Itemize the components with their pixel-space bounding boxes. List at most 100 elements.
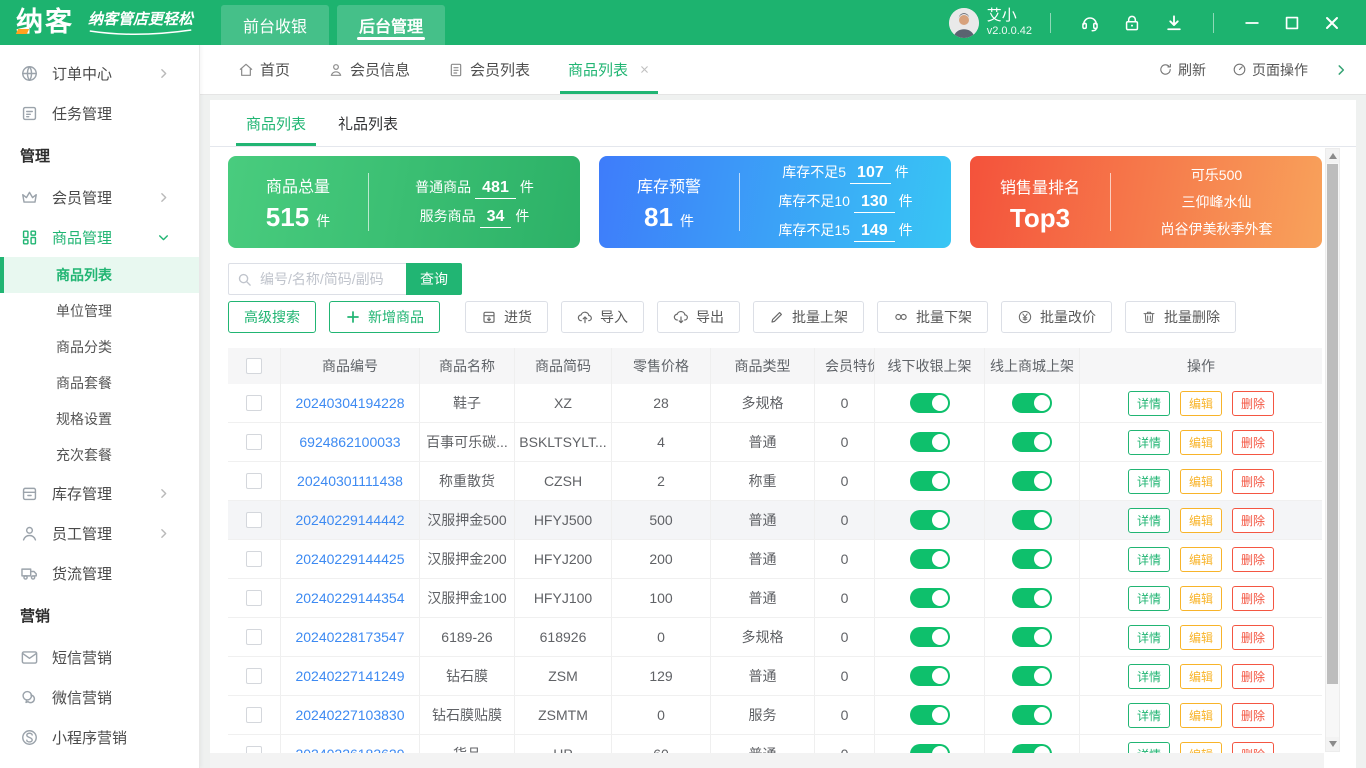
purchase-button[interactable]: 进货	[465, 301, 548, 333]
advanced-search-button[interactable]: 高级搜索	[228, 301, 316, 333]
sidebar-item-member-manage[interactable]: 会员管理	[0, 177, 199, 217]
select-all-checkbox[interactable]	[246, 358, 262, 374]
row-checkbox[interactable]	[246, 395, 262, 411]
offline-toggle[interactable]	[909, 510, 950, 530]
offline-toggle[interactable]	[909, 627, 950, 647]
sidebar-subitem-spec-settings[interactable]: 规格设置	[0, 401, 199, 437]
batch-on-shelf-button[interactable]: 批量上架	[753, 301, 864, 333]
detail-button[interactable]: 详情	[1127, 585, 1170, 611]
delete-button[interactable]: 删除	[1232, 507, 1275, 533]
edit-button[interactable]: 编辑	[1179, 507, 1222, 533]
delete-button[interactable]: 删除	[1232, 624, 1275, 650]
row-checkbox[interactable]	[246, 668, 262, 684]
detail-button[interactable]: 详情	[1127, 624, 1170, 650]
page-tab-member-info[interactable]: 会员信息	[328, 45, 410, 94]
page-tab-home[interactable]: 首页	[238, 45, 290, 94]
import-button[interactable]: 导入	[561, 301, 644, 333]
row-checkbox[interactable]	[246, 590, 262, 606]
sidebar-item-marketing-center[interactable]: 营销中心	[0, 757, 199, 768]
row-checkbox[interactable]	[246, 551, 262, 567]
vertical-scrollbar[interactable]	[1325, 148, 1340, 752]
sidebar-subitem-product-category[interactable]: 商品分类	[0, 329, 199, 365]
batch-delete-button[interactable]: 批量删除	[1125, 301, 1236, 333]
row-checkbox[interactable]	[246, 629, 262, 645]
offline-toggle[interactable]	[909, 549, 950, 569]
content-tab-product-list[interactable]: 商品列表	[230, 100, 322, 146]
offline-toggle[interactable]	[909, 666, 950, 686]
delete-button[interactable]: 删除	[1232, 468, 1275, 494]
row-checkbox[interactable]	[246, 434, 262, 450]
page-tab-product-list[interactable]: 商品列表	[560, 45, 659, 94]
page-actions-button[interactable]: 页面操作	[1232, 60, 1308, 80]
detail-button[interactable]: 详情	[1127, 663, 1170, 689]
scroll-down-arrow[interactable]	[1326, 737, 1339, 751]
chevron-right-icon[interactable]	[1334, 63, 1348, 77]
edit-button[interactable]: 编辑	[1179, 429, 1222, 455]
row-checkbox[interactable]	[246, 473, 262, 489]
detail-button[interactable]: 详情	[1127, 429, 1170, 455]
offline-toggle[interactable]	[909, 393, 950, 413]
user-meta[interactable]: 艾小 v2.0.0.42	[987, 7, 1032, 38]
product-id-link[interactable]: 20240229144425	[295, 551, 404, 567]
detail-button[interactable]: 详情	[1127, 468, 1170, 494]
product-id-link[interactable]: 20240229144354	[295, 590, 404, 606]
delete-button[interactable]: 删除	[1232, 429, 1275, 455]
online-toggle[interactable]	[1012, 432, 1052, 452]
row-checkbox[interactable]	[246, 707, 262, 723]
online-toggle[interactable]	[1012, 627, 1052, 647]
detail-button[interactable]: 详情	[1127, 390, 1170, 416]
product-id-link[interactable]: 20240304194228	[295, 395, 404, 411]
sidebar-subitem-product-package[interactable]: 商品套餐	[0, 365, 199, 401]
offline-toggle[interactable]	[909, 588, 950, 608]
row-checkbox[interactable]	[246, 512, 262, 528]
close-button[interactable]	[1322, 13, 1342, 33]
edit-button[interactable]: 编辑	[1179, 390, 1222, 416]
scroll-up-arrow[interactable]	[1326, 149, 1339, 163]
sidebar-subitem-unit-manage[interactable]: 单位管理	[0, 293, 199, 329]
content-tab-gift-list[interactable]: 礼品列表	[322, 100, 414, 146]
horizontal-scrollbar[interactable]	[210, 753, 1324, 768]
header-tab-front-cashier[interactable]: 前台收银	[221, 5, 330, 45]
edit-button[interactable]: 编辑	[1179, 546, 1222, 572]
online-toggle[interactable]	[1012, 471, 1052, 491]
product-id-link[interactable]: 20240227103830	[295, 707, 404, 723]
edit-button[interactable]: 编辑	[1179, 468, 1222, 494]
sidebar-subitem-recharge-package[interactable]: 充次套餐	[0, 437, 199, 473]
sidebar-item-stock-manage[interactable]: 库存管理	[0, 473, 199, 513]
sidebar-item-task-manage[interactable]: 任务管理	[0, 93, 199, 133]
delete-button[interactable]: 删除	[1232, 663, 1275, 689]
scrollbar-thumb[interactable]	[1327, 164, 1338, 684]
online-toggle[interactable]	[1012, 549, 1052, 569]
search-input[interactable]	[258, 270, 398, 288]
refresh-button[interactable]: 刷新	[1158, 60, 1206, 80]
offline-toggle[interactable]	[909, 471, 950, 491]
sidebar-item-wechat-marketing[interactable]: 微信营销	[0, 677, 199, 717]
page-tab-member-list[interactable]: 会员列表	[448, 45, 530, 94]
batch-off-shelf-button[interactable]: 批量下架	[877, 301, 988, 333]
delete-button[interactable]: 删除	[1232, 702, 1275, 728]
delete-button[interactable]: 删除	[1232, 546, 1275, 572]
edit-button[interactable]: 编辑	[1179, 624, 1222, 650]
minimize-button[interactable]	[1242, 13, 1262, 33]
sidebar-item-order-center[interactable]: 订单中心	[0, 53, 199, 93]
detail-button[interactable]: 详情	[1127, 507, 1170, 533]
product-id-link[interactable]: 20240229144442	[295, 512, 404, 528]
offline-toggle[interactable]	[909, 432, 950, 452]
batch-reprice-button[interactable]: 批量改价	[1001, 301, 1112, 333]
sidebar-item-logistics-manage[interactable]: 货流管理	[0, 553, 199, 593]
delete-button[interactable]: 删除	[1232, 585, 1275, 611]
online-toggle[interactable]	[1012, 510, 1052, 530]
customer-service-icon[interactable]	[1080, 13, 1100, 33]
product-id-link[interactable]: 20240228173547	[295, 629, 404, 645]
online-toggle[interactable]	[1012, 393, 1052, 413]
header-tab-back-manage[interactable]: 后台管理	[337, 5, 446, 45]
sidebar-item-staff-manage[interactable]: 员工管理	[0, 513, 199, 553]
sidebar-item-sms-marketing[interactable]: 短信营销	[0, 637, 199, 677]
sidebar-item-miniapp-marketing[interactable]: 小程序营销	[0, 717, 199, 757]
edit-button[interactable]: 编辑	[1179, 585, 1222, 611]
online-toggle[interactable]	[1012, 588, 1052, 608]
edit-button[interactable]: 编辑	[1179, 702, 1222, 728]
maximize-button[interactable]	[1282, 13, 1302, 33]
online-toggle[interactable]	[1012, 705, 1052, 725]
search-button[interactable]: 查询	[406, 263, 462, 295]
